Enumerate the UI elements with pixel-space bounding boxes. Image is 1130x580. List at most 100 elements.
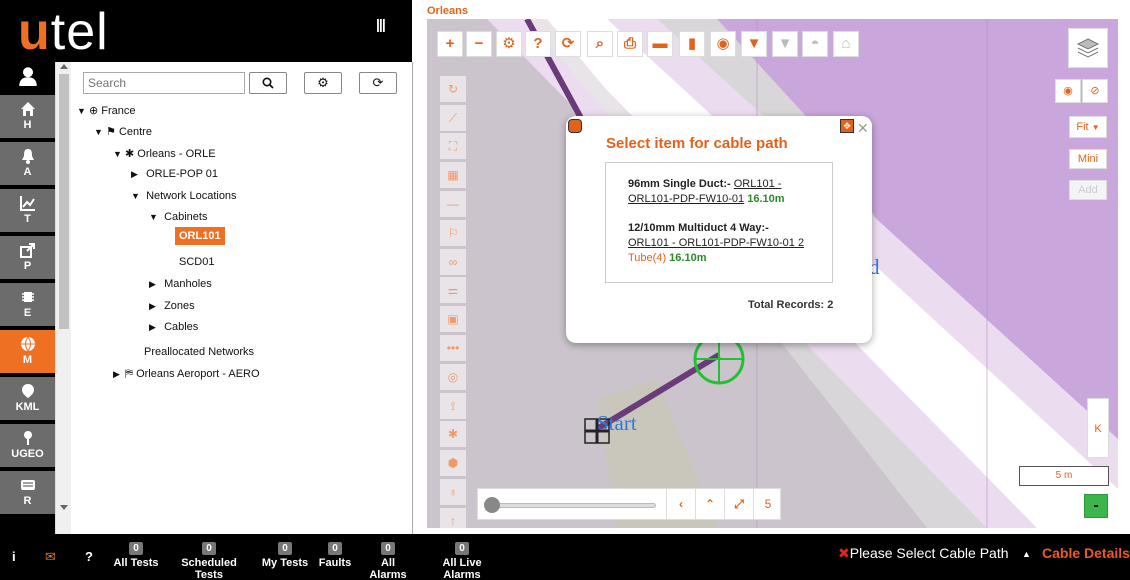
utel-logo[interactable]: utel xyxy=(18,4,109,60)
tree-node-aeroport[interactable]: ▶ ⛿ Orleans Aeroport - AERO xyxy=(113,368,260,381)
popup-close-icon[interactable]: ✕ xyxy=(857,120,869,137)
chain-tool-icon[interactable]: ∞ xyxy=(440,249,466,275)
rail-item-equipment[interactable]: E xyxy=(0,283,55,328)
stethoscope-tool-icon[interactable]: ♁ xyxy=(440,479,466,505)
dome-button[interactable]: ◓ xyxy=(802,31,828,57)
collapse-button[interactable]: - xyxy=(1084,494,1108,518)
frame-tool-icon[interactable]: ▣ xyxy=(440,306,466,332)
k-tab[interactable]: K xyxy=(1087,398,1109,458)
asterisk-tool-icon[interactable]: ✱ xyxy=(440,421,466,447)
fullscreen-button[interactable]: ⤢ xyxy=(724,489,753,519)
tree-node-france[interactable]: ▼ ⊕ France xyxy=(77,104,136,117)
hex-tool-icon[interactable]: ⬢ xyxy=(440,450,466,476)
record-length: 16.10m xyxy=(669,252,707,264)
tree-node-pop[interactable]: ▶ ORLE-POP 01 xyxy=(131,168,218,180)
rotate-tool-icon[interactable]: ↻ xyxy=(440,76,466,102)
antenna-tool-icon[interactable]: ⟟ xyxy=(440,393,466,419)
book-button[interactable]: ▮ xyxy=(679,31,705,57)
rail-item-tests[interactable]: T xyxy=(0,189,55,234)
line-tool-icon[interactable]: ⟋ xyxy=(440,105,466,131)
map-refresh-button[interactable]: ⟳ xyxy=(555,31,581,57)
tree-node-cables[interactable]: ▶ Cables xyxy=(149,321,198,333)
refresh-icon: ⟳ xyxy=(372,75,384,90)
gear-icon: ⚙ xyxy=(502,35,516,52)
popup-expand-icon[interactable]: ✥ xyxy=(840,119,854,133)
pin-icon xyxy=(23,431,32,445)
stat-my-tests[interactable]: 0 My Tests xyxy=(260,542,310,569)
home-map-button[interactable]: ⌂ xyxy=(833,31,859,57)
rail-item-ugeo[interactable]: UGEO xyxy=(0,424,55,469)
rail-item-home[interactable]: H xyxy=(0,95,55,140)
zoom-out-button[interactable]: − xyxy=(466,31,492,57)
show-layer-button[interactable]: ◉ xyxy=(1055,79,1081,103)
rail-item-alarms[interactable]: A xyxy=(0,142,55,187)
rail-item-p[interactable]: P xyxy=(0,236,55,281)
stat-all-tests[interactable]: 0 All Tests xyxy=(112,542,160,569)
rail-item-reports[interactable]: R xyxy=(0,471,55,516)
stat-faults[interactable]: 0 Faults xyxy=(316,542,354,569)
refresh-button[interactable]: ⟳ xyxy=(359,72,397,94)
map-marker-icon xyxy=(21,384,34,398)
tree-node-preallocated[interactable]: Preallocated Networks xyxy=(144,346,254,358)
flag-tool-icon[interactable]: ⚐ xyxy=(440,220,466,246)
tree-node-scd01[interactable]: SCD01 xyxy=(179,256,214,268)
help-icon[interactable]: ? xyxy=(85,549,93,564)
record-link[interactable]: ORL101 - ORL101-PDP-FW10-01 2 xyxy=(628,237,804,249)
print-button[interactable]: ⎙ xyxy=(617,31,643,57)
pan-up-button[interactable]: ⌃ xyxy=(695,489,724,519)
cable-details-link[interactable]: Cable Details xyxy=(1042,545,1130,561)
scrollbar-thumb[interactable] xyxy=(59,74,69,329)
rail-vertical-scrollbar[interactable] xyxy=(55,62,71,534)
zoom-slider-track[interactable] xyxy=(486,503,656,508)
tree-node-centre[interactable]: ▼ ⚑ Centre xyxy=(94,125,152,138)
hide-layer-button[interactable]: ⊘ xyxy=(1082,79,1108,103)
search-button[interactable] xyxy=(249,72,287,94)
layers-button[interactable] xyxy=(1068,28,1108,68)
help-button[interactable]: ? xyxy=(525,31,551,57)
map-search-button[interactable]: ⌕ xyxy=(587,31,613,57)
column-toggle-icon[interactable]: ||| xyxy=(376,16,386,32)
user-icon[interactable] xyxy=(0,62,55,95)
scroll-up-arrow-icon[interactable] xyxy=(60,64,68,69)
stat-all-live-alarms[interactable]: 0 All Live Alarms xyxy=(424,542,500,580)
sign-tool-icon[interactable]: ⚌ xyxy=(440,277,466,303)
rail-item-kml[interactable]: KML xyxy=(0,377,55,422)
caret-up-icon[interactable]: ▲ xyxy=(1022,549,1031,559)
settings-button[interactable]: ⚙ xyxy=(304,72,342,94)
chart-icon xyxy=(19,196,35,211)
tree-search-input[interactable] xyxy=(83,72,245,94)
envelope-icon[interactable]: ✉ xyxy=(45,549,56,565)
info-icon[interactable]: i xyxy=(12,549,16,564)
cable-record[interactable]: 12/10mm Multiduct 4 Way:- ORL101 - ORL10… xyxy=(628,221,812,266)
bookmark-disabled-button[interactable]: ▼ xyxy=(772,31,798,57)
tree-node-orleans[interactable]: ▼ ✱ Orleans - ORLE xyxy=(113,147,216,160)
tree-node-cabinets[interactable]: ▼ Cabinets xyxy=(149,211,207,223)
tree-node-manholes[interactable]: ▶ Manholes xyxy=(149,278,212,290)
add-button[interactable]: Add xyxy=(1069,180,1107,200)
pan-left-button[interactable]: ‹ xyxy=(666,489,695,519)
zoom-slider-knob[interactable] xyxy=(484,497,500,513)
tree-node-network-locations[interactable]: ▼ Network Locations xyxy=(131,190,237,202)
rail-item-map[interactable]: M xyxy=(0,330,55,375)
scale-indicator: 5 m xyxy=(1019,466,1109,486)
fit-dropdown[interactable]: Fit ▼ xyxy=(1069,116,1107,138)
cable-record[interactable]: 96mm Single Duct:- ORL101 - ORL101-PDP-F… xyxy=(628,177,812,207)
bookmark-button[interactable]: ▼ xyxy=(741,31,767,57)
up-arrow-tool-icon[interactable]: ↑ xyxy=(440,508,466,528)
scroll-down-arrow-icon[interactable] xyxy=(60,505,68,510)
minus-tool-icon[interactable]: — xyxy=(440,191,466,217)
map-settings-button[interactable]: ⚙ xyxy=(496,31,522,57)
tree-node-orl101[interactable]: ORL101 xyxy=(175,227,225,245)
table-tool-icon[interactable]: ▦ xyxy=(440,162,466,188)
globe-icon xyxy=(20,336,35,352)
stat-all-alarms[interactable]: 0 All Alarms xyxy=(362,542,414,580)
zoom-in-button[interactable]: + xyxy=(437,31,463,57)
view-button[interactable]: ◉ xyxy=(710,31,736,57)
dots-tool-icon[interactable]: ••• xyxy=(440,335,466,361)
mini-button[interactable]: Mini xyxy=(1069,149,1107,169)
expand-tool-icon[interactable]: ⛶ xyxy=(440,133,466,159)
measure-button[interactable]: ▬ xyxy=(647,31,673,57)
target-tool-icon[interactable]: ◎ xyxy=(440,364,466,390)
stat-scheduled-tests[interactable]: 0 Scheduled Tests xyxy=(167,542,251,580)
tree-node-zones[interactable]: ▶ Zones xyxy=(149,300,195,312)
